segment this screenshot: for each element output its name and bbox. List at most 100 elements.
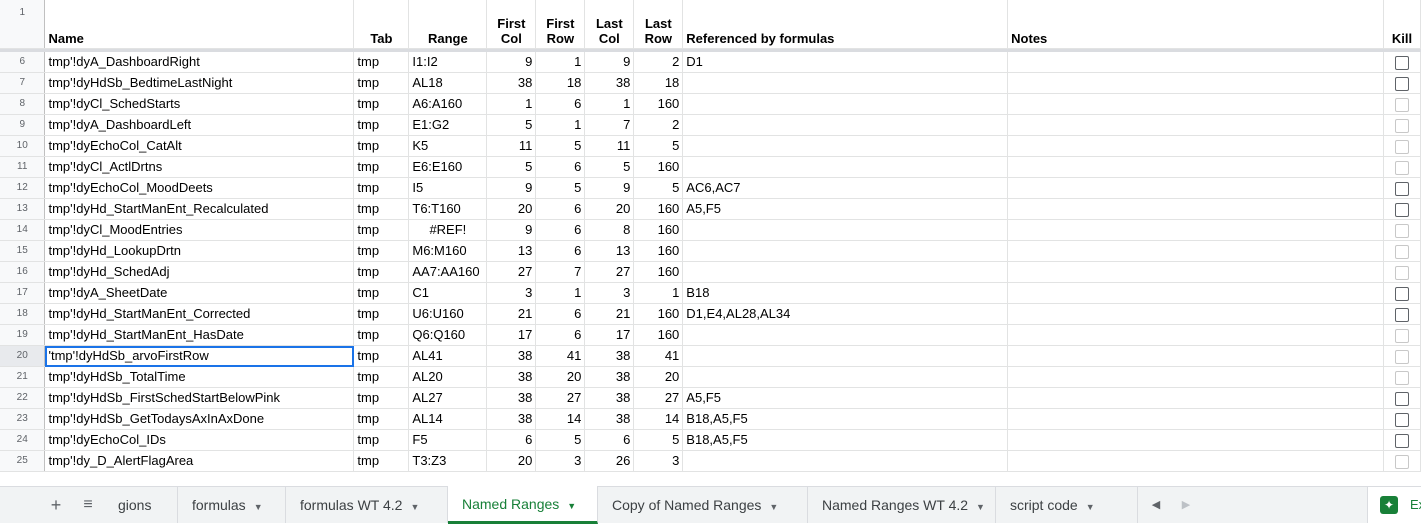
- chevron-down-icon[interactable]: ▼: [567, 501, 576, 511]
- name-cell[interactable]: tmp'!dyHdSb_FirstSchedStartBelowPink: [44, 387, 355, 409]
- name-cell[interactable]: tmp'!dyEchoCol_IDs: [44, 429, 355, 451]
- last-row-cell[interactable]: 3: [633, 450, 684, 472]
- last-row-cell[interactable]: 5: [633, 135, 684, 157]
- last-row-cell[interactable]: 27: [633, 387, 684, 409]
- first-row-cell[interactable]: 6: [535, 303, 586, 325]
- last-row-cell[interactable]: 160: [633, 156, 684, 178]
- tab-cell[interactable]: tmp: [353, 345, 410, 367]
- last-row-cell[interactable]: 18: [633, 72, 684, 94]
- header-first-col[interactable]: First Col: [486, 0, 537, 49]
- range-cell[interactable]: AL14: [408, 408, 488, 430]
- first-col-cell[interactable]: 38: [486, 72, 537, 94]
- referenced-cell[interactable]: D1: [682, 52, 1009, 73]
- row-number[interactable]: 24: [0, 429, 46, 451]
- tab-cell[interactable]: tmp: [353, 240, 410, 262]
- last-col-cell[interactable]: 6: [584, 429, 635, 451]
- referenced-cell[interactable]: A5,F5: [682, 198, 1009, 220]
- first-col-cell[interactable]: 38: [486, 387, 537, 409]
- first-row-cell[interactable]: 6: [535, 240, 586, 262]
- kill-cell[interactable]: [1383, 429, 1421, 451]
- first-row-cell[interactable]: 14: [535, 408, 586, 430]
- row-number[interactable]: 1: [0, 0, 46, 49]
- first-row-cell[interactable]: 1: [535, 282, 586, 304]
- plus-icon[interactable]: +: [44, 487, 68, 523]
- header-kill[interactable]: Kill: [1383, 0, 1421, 49]
- last-col-cell[interactable]: 21: [584, 303, 635, 325]
- notes-cell[interactable]: [1007, 240, 1384, 262]
- tab-cell[interactable]: tmp: [353, 198, 410, 220]
- first-col-cell[interactable]: 9: [486, 177, 537, 199]
- chevron-down-icon[interactable]: ▼: [410, 502, 419, 512]
- first-row-cell[interactable]: 6: [535, 198, 586, 220]
- kill-cell[interactable]: [1383, 156, 1421, 178]
- last-row-cell[interactable]: 160: [633, 240, 684, 262]
- header-referenced[interactable]: Referenced by formulas: [682, 0, 1009, 49]
- sheet-tab[interactable]: gions: [104, 487, 178, 523]
- tab-cell[interactable]: tmp: [353, 408, 410, 430]
- sheet-tab[interactable]: script code ▼: [996, 487, 1138, 523]
- range-cell[interactable]: F5: [408, 429, 488, 451]
- notes-cell[interactable]: [1007, 261, 1384, 283]
- last-col-cell[interactable]: 9: [584, 177, 635, 199]
- row-number[interactable]: 18: [0, 303, 46, 325]
- first-col-cell[interactable]: 11: [486, 135, 537, 157]
- row-number[interactable]: 6: [0, 52, 46, 73]
- header-name[interactable]: Name: [44, 0, 355, 49]
- first-col-cell[interactable]: 9: [486, 52, 537, 73]
- last-col-cell[interactable]: 3: [584, 282, 635, 304]
- first-row-cell[interactable]: 5: [535, 177, 586, 199]
- first-col-cell[interactable]: 38: [486, 345, 537, 367]
- referenced-cell[interactable]: D1,E4,AL28,AL34: [682, 303, 1009, 325]
- tab-cell[interactable]: tmp: [353, 450, 410, 472]
- first-row-cell[interactable]: 5: [535, 135, 586, 157]
- tab-cell[interactable]: tmp: [353, 387, 410, 409]
- range-cell[interactable]: AA7:AA160: [408, 261, 488, 283]
- range-cell[interactable]: AL18: [408, 72, 488, 94]
- kill-checkbox[interactable]: [1394, 433, 1409, 448]
- scroll-left-icon[interactable]: ◀: [1146, 487, 1166, 523]
- notes-cell[interactable]: [1007, 303, 1384, 325]
- tab-cell[interactable]: tmp: [353, 429, 410, 451]
- first-row-cell[interactable]: 7: [535, 261, 586, 283]
- name-cell[interactable]: tmp'!dyHd_StartManEnt_Recalculated: [44, 198, 355, 220]
- kill-cell[interactable]: [1383, 303, 1421, 325]
- range-cell[interactable]: C1: [408, 282, 488, 304]
- last-col-cell[interactable]: 5: [584, 156, 635, 178]
- row-number[interactable]: 7: [0, 72, 46, 94]
- first-col-cell[interactable]: 38: [486, 408, 537, 430]
- kill-checkbox[interactable]: [1394, 202, 1409, 217]
- kill-checkbox[interactable]: [1394, 307, 1409, 322]
- first-row-cell[interactable]: 18: [535, 72, 586, 94]
- kill-checkbox[interactable]: [1394, 412, 1409, 427]
- tab-cell[interactable]: tmp: [353, 366, 410, 388]
- sheet-tab[interactable]: formulas ▼: [178, 487, 286, 523]
- first-row-cell[interactable]: 6: [535, 93, 586, 115]
- row-number[interactable]: 12: [0, 177, 46, 199]
- name-cell[interactable]: tmp'!dyCl_MoodEntries: [44, 219, 355, 241]
- kill-checkbox[interactable]: [1394, 244, 1409, 259]
- tab-cell[interactable]: tmp: [353, 324, 410, 346]
- kill-checkbox[interactable]: [1394, 328, 1409, 343]
- kill-checkbox[interactable]: [1394, 454, 1409, 469]
- range-cell[interactable]: E6:E160: [408, 156, 488, 178]
- first-col-cell[interactable]: 17: [486, 324, 537, 346]
- first-col-cell[interactable]: 9: [486, 219, 537, 241]
- referenced-cell[interactable]: [682, 93, 1009, 115]
- kill-checkbox[interactable]: [1394, 139, 1409, 154]
- first-row-cell[interactable]: 5: [535, 429, 586, 451]
- range-cell[interactable]: AL27: [408, 387, 488, 409]
- referenced-cell[interactable]: AC6,AC7: [682, 177, 1009, 199]
- kill-checkbox[interactable]: [1394, 118, 1409, 133]
- tab-cell[interactable]: tmp: [353, 303, 410, 325]
- sheet-tab[interactable]: Named Ranges WT 4.2 ▼: [808, 487, 996, 523]
- last-row-cell[interactable]: 2: [633, 52, 684, 73]
- tab-cell[interactable]: tmp: [353, 261, 410, 283]
- name-cell[interactable]: tmp'!dyA_DashboardLeft: [44, 114, 355, 136]
- name-cell[interactable]: tmp'!dy_D_AlertFlagArea: [44, 450, 355, 472]
- last-col-cell[interactable]: 20: [584, 198, 635, 220]
- referenced-cell[interactable]: B18,A5,F5: [682, 408, 1009, 430]
- range-cell[interactable]: E1:G2: [408, 114, 488, 136]
- kill-cell[interactable]: [1383, 198, 1421, 220]
- first-col-cell[interactable]: 1: [486, 93, 537, 115]
- kill-checkbox[interactable]: [1394, 160, 1409, 175]
